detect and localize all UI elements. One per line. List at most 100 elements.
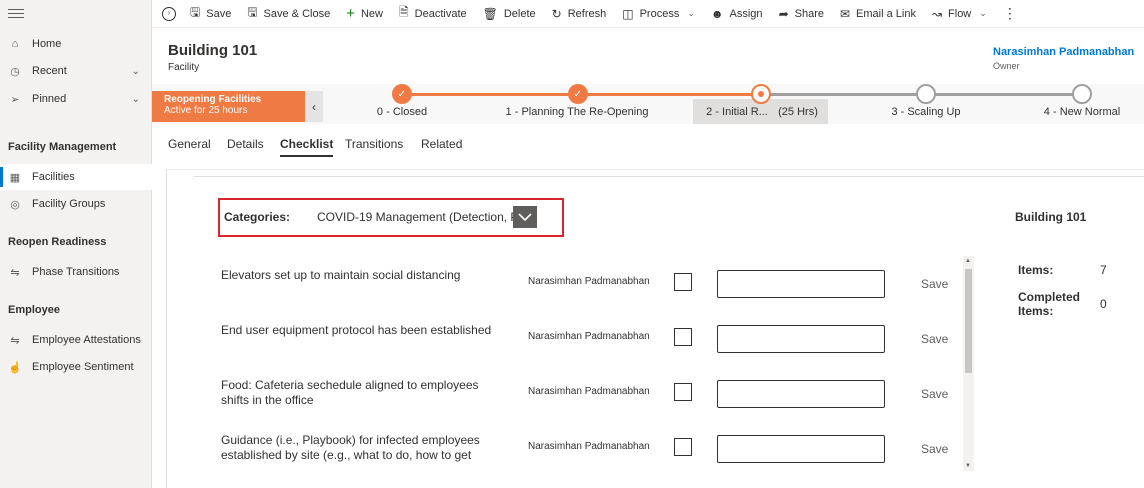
email-icon: ✉: [839, 6, 851, 21]
save-icon: 🖫: [190, 5, 201, 19]
sidebar-item-home[interactable]: ⌂ Home: [0, 31, 152, 57]
complete-checkbox[interactable]: [674, 438, 692, 456]
sidebar: ⌂ Home ◷ Recent ⌄ ➢ Pinned ⌄ Facility Ma…: [0, 0, 152, 488]
stage-duration: (25 Hrs): [778, 106, 818, 118]
facility-groups-icon: ◎: [10, 198, 20, 211]
sidebar-item-phase-transitions[interactable]: ⇋ Phase Transitions: [0, 259, 152, 285]
facilities-icon: ▦: [9, 171, 21, 184]
save-row-button[interactable]: Save: [921, 277, 948, 291]
refresh-icon: ↻: [551, 6, 562, 21]
note-input[interactable]: [717, 435, 885, 463]
process-button[interactable]: ◫ Process ⌄: [614, 0, 703, 28]
stage-2-active-icon[interactable]: [751, 84, 771, 104]
stage-4-icon[interactable]: [1072, 84, 1092, 104]
clock-icon: ◷: [10, 65, 20, 78]
save-close-icon: 🖫: [247, 5, 258, 19]
collapse-chevron-icon[interactable]: ‹: [305, 91, 323, 122]
task-text: Guidance (i.e., Playbook) for infected e…: [221, 433, 480, 462]
attestations-icon: ⇋: [10, 334, 20, 347]
sidebar-item-employee-attestations[interactable]: ⇋ Employee Attestations: [0, 327, 152, 353]
tab-checklist[interactable]: Checklist: [280, 137, 334, 157]
chevron-down-icon: ⌄: [687, 8, 695, 18]
list-item: End user equipment protocol has been est…: [214, 311, 958, 366]
sidebar-item-facility-groups[interactable]: ◎ Facility Groups: [0, 191, 152, 217]
sidebar-item-label: Home: [32, 38, 62, 50]
share-button[interactable]: ➦ Share: [771, 0, 832, 28]
new-button[interactable]: + New: [338, 0, 391, 28]
command-bar: › 🖫 Save 🖫 Save & Close + New 🗎 Deactivate 🗑…: [152, 0, 1144, 28]
complete-checkbox[interactable]: [674, 383, 692, 401]
save-button[interactable]: 🖫 Save: [182, 0, 239, 28]
owner-link[interactable]: Narasimhan Padmanabhan: [993, 46, 1134, 58]
stage-label[interactable]: 2 - Initial R...: [706, 106, 768, 118]
save-row-button[interactable]: Save: [921, 332, 948, 346]
save-row-button[interactable]: Save: [921, 387, 948, 401]
note-input[interactable]: [717, 270, 885, 298]
stage-label[interactable]: 4 - New Normal: [1044, 106, 1120, 118]
note-input[interactable]: [717, 325, 885, 353]
chevron-down-icon[interactable]: ⌄: [132, 66, 140, 77]
delete-button[interactable]: 🗑 Delete: [475, 0, 544, 28]
home-icon: ⌂: [11, 38, 19, 50]
save-row-button[interactable]: Save: [921, 442, 948, 456]
sidebar-item-recent[interactable]: ◷ Recent ⌄: [0, 58, 152, 84]
tab-transitions[interactable]: Transitions: [345, 137, 403, 151]
categories-select[interactable]: COVID-19 Management (Detection, P: [317, 210, 513, 224]
scroll-up-icon[interactable]: ▲: [965, 258, 971, 264]
complete-checkbox[interactable]: [674, 328, 692, 346]
stage-1-done-icon[interactable]: ✓: [568, 84, 588, 104]
deactivate-button[interactable]: 🗎 Deactivate: [391, 0, 475, 28]
sidebar-item-label: Employee Attestations: [32, 334, 141, 346]
checklist-list: Elevators set up to maintain social dist…: [214, 256, 974, 471]
scrollbar-thumb[interactable]: [965, 269, 972, 373]
stage-label[interactable]: 1 - Planning The Re-Opening: [506, 106, 649, 118]
stage-0-done-icon[interactable]: ✓: [392, 84, 412, 104]
list-scrollbar[interactable]: ▲ ▼: [963, 256, 974, 471]
complete-checkbox[interactable]: [674, 273, 692, 291]
record-title: Building 101: [168, 42, 258, 59]
completed-value: 0: [1100, 297, 1107, 311]
chevron-down-icon[interactable]: ⌄: [132, 94, 140, 105]
sidebar-item-employee-sentiment[interactable]: ☝ Employee Sentiment: [0, 354, 152, 380]
assign-button[interactable]: ☻ Assign: [703, 0, 771, 28]
summary-title: Building 101: [1015, 210, 1087, 224]
sidebar-item-label: Phase Transitions: [32, 266, 120, 278]
process-duration: Active for 25 hours: [164, 105, 248, 116]
email-link-button[interactable]: ✉ Email a Link: [832, 0, 924, 28]
sidebar-item-label: Facility Groups: [32, 198, 106, 210]
back-icon[interactable]: ›: [162, 6, 176, 21]
list-item: Food: Cafeteria sechedule aligned to emp…: [214, 366, 958, 421]
task-owner: Narasimhan Padmanabhan: [528, 386, 650, 397]
task-owner: Narasimhan Padmanabhan: [528, 441, 650, 452]
sidebar-item-pinned[interactable]: ➢ Pinned ⌄: [0, 86, 152, 112]
flow-button[interactable]: ↝ Flow ⌄: [924, 0, 995, 28]
flow-icon: ↝: [931, 6, 943, 21]
scroll-down-icon[interactable]: ▼: [965, 463, 971, 469]
sidebar-item-facilities[interactable]: ▦ Facilities: [0, 164, 152, 190]
tab-related[interactable]: Related: [421, 137, 462, 151]
tab-details[interactable]: Details: [227, 137, 264, 151]
hamburger-menu-icon[interactable]: [8, 6, 24, 20]
share-icon: ➦: [778, 6, 789, 21]
completed-label: Completed Items:: [1018, 290, 1081, 318]
business-process-flow: Reopening Facilities Active for 25 hours…: [152, 84, 1144, 124]
note-input[interactable]: [717, 380, 885, 408]
stage-label[interactable]: 0 - Closed: [377, 106, 427, 118]
stage-3-icon[interactable]: [916, 84, 936, 104]
tab-general[interactable]: General: [168, 137, 211, 151]
task-text: Elevators set up to maintain social dist…: [221, 268, 461, 282]
trash-icon: 🗑: [482, 6, 498, 21]
stage-label[interactable]: 3 - Scaling Up: [891, 106, 960, 118]
list-item: Guidance (i.e., Playbook) for infected e…: [214, 421, 958, 471]
refresh-button[interactable]: ↻ Refresh: [544, 0, 615, 28]
chevron-down-icon[interactable]: [513, 206, 537, 228]
save-close-button[interactable]: 🖫 Save & Close: [239, 0, 338, 28]
items-value: 7: [1100, 263, 1107, 277]
nav-section-title: Employee: [8, 304, 60, 316]
process-flag[interactable]: Reopening Facilities Active for 25 hours: [152, 91, 305, 122]
nav-section-title: Facility Management: [8, 141, 117, 153]
sidebar-item-label: Pinned: [32, 93, 67, 105]
panel-divider: [194, 176, 1144, 177]
task-owner: Narasimhan Padmanabhan: [528, 276, 650, 287]
more-commands-icon[interactable]: ⋮: [995, 0, 1025, 28]
